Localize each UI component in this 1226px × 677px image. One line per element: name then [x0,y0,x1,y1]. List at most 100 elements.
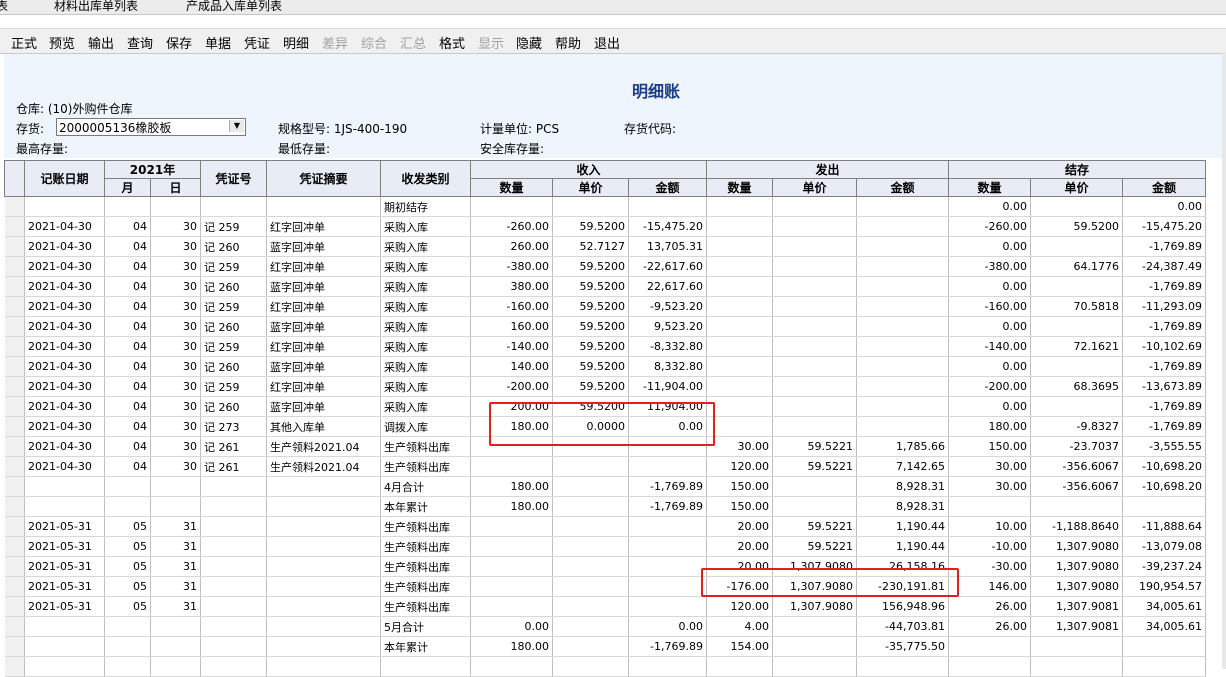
row-selector[interactable] [4,356,25,377]
toolbar-button-15[interactable]: 退出 [594,33,620,52]
table-cell: 其他入库单 [266,416,381,437]
table-cell [628,656,707,677]
table-row[interactable]: 4月合计 180.00 -1,769.89 150.00 8,928.31 30.00 -3… [4,476,1206,497]
toolbar-button-12[interactable]: 显示 [478,33,504,52]
toolbar-button-2[interactable]: 输出 [88,33,114,52]
row-selector[interactable] [4,496,25,517]
table-cell: 04 [104,416,151,437]
table-row[interactable]: 2021-04-30 04 30 记 260 蓝字回冲单 采购入库 160.00 59.520… [4,316,1206,337]
table-row[interactable]: 2021-05-31 05 31 生产领料出库 -176.00 1,307.9080 -23… [4,576,1206,597]
table-cell: 采购入库 [380,376,471,397]
toolbar-button-0[interactable]: 正式 [11,33,37,52]
row-selector[interactable] [4,216,25,237]
table-cell: -160.00 [948,296,1031,317]
table-cell: 采购入库 [380,236,471,257]
row-selector[interactable] [4,536,25,557]
toolbar-button-14[interactable]: 帮助 [555,33,581,52]
table-cell [856,216,949,237]
toolbar-button-6[interactable]: 凭证 [244,33,270,52]
row-selector[interactable] [4,556,25,577]
table-cell: -1,188.8640 [1030,516,1123,537]
tab-finished-goods-inbound-list[interactable]: 产成品入库单列表 [186,0,282,14]
row-selector[interactable] [4,276,25,297]
table-row[interactable]: 2021-04-30 04 30 记 260 蓝字回冲单 采购入库 140.00 59.520… [4,356,1206,377]
table-cell: 31 [150,536,201,557]
table-cell: -356.6067 [1030,456,1123,477]
table-cell [628,596,707,617]
toolbar-button-4[interactable]: 保存 [166,33,192,52]
table-row[interactable]: 2021-04-30 04 30 记 261 生产领料2021.04 生产领料出库 120.… [4,456,1206,477]
table-row[interactable]: 2021-04-30 04 30 记 259 红字回冲单 采购入库 -380.00 59.52… [4,256,1206,277]
table-cell [772,276,857,297]
toolbar-button-3[interactable]: 查询 [127,33,153,52]
table-cell [266,556,381,577]
row-selector[interactable] [4,476,25,497]
table-cell: 30 [150,356,201,377]
tab-partial[interactable]: 表 [0,0,8,14]
tab-material-outbound-list[interactable]: 材料出库单列表 [54,0,138,14]
row-selector[interactable] [4,636,25,657]
table-cell: 64.1776 [1030,256,1123,277]
row-selector[interactable] [4,456,25,477]
row-selector[interactable] [4,416,25,437]
table-row[interactable]: 2021-05-31 05 31 生产领料出库 20.00 1,307.9080 26,15… [4,556,1206,577]
row-selector[interactable] [4,576,25,597]
chevron-down-icon[interactable]: ▼ [229,120,244,132]
table-row[interactable]: 2021-04-30 04 30 记 259 红字回冲单 采购入库 -260.00 59.52… [4,216,1206,237]
row-selector[interactable] [4,316,25,337]
table-cell: 30 [150,216,201,237]
vertical-scrollbar[interactable] [1222,52,1226,669]
table-row[interactable]: 2021-04-30 04 30 记 259 红字回冲单 采购入库 -160.00 59.52… [4,296,1206,317]
table-row[interactable]: 期初结存 0.00 0.00 [4,196,1206,217]
table-cell: 70.5818 [1030,296,1123,317]
row-selector[interactable] [4,236,25,257]
table-row[interactable]: 2021-05-31 05 31 生产领料出库 20.00 59.5221 1,190.44… [4,516,1206,537]
table-row[interactable]: 2021-04-30 04 30 记 259 红字回冲单 采购入库 -140.00 59.52… [4,336,1206,357]
table-row[interactable]: 本年累计 180.00 -1,769.89 154.00 -35,775.50 [4,636,1206,657]
row-selector[interactable] [4,376,25,397]
table-row[interactable]: 2021-05-31 05 31 生产领料出库 20.00 59.5221 1,190.44… [4,536,1206,557]
toolbar-button-9[interactable]: 综合 [361,33,387,52]
table-row[interactable]: 2021-05-31 05 31 生产领料出库 120.00 1,307.9080 156,… [4,596,1206,617]
table-row[interactable]: 2021-04-30 04 30 记 260 蓝字回冲单 采购入库 380.00 59.520… [4,276,1206,297]
table-cell: 调拨入库 [380,416,471,437]
row-selector[interactable] [4,196,25,217]
table-cell: -1,769.89 [1122,236,1206,257]
table-cell [266,536,381,557]
table-row[interactable]: 2021-04-30 04 30 记 259 红字回冲单 采购入库 -200.00 59.52… [4,376,1206,397]
table-cell: 59.5200 [552,336,629,357]
toolbar-button-7[interactable]: 明细 [283,33,309,52]
row-selector[interactable] [4,296,25,317]
row-selector[interactable] [4,396,25,417]
table-cell: 2021-04-30 [24,276,105,297]
table-cell [772,636,857,657]
table-cell: 31 [150,516,201,537]
row-selector[interactable] [4,616,25,637]
table-cell [1030,276,1123,297]
table-row[interactable]: 本年累计 180.00 -1,769.89 150.00 8,928.31 [4,496,1206,517]
table-cell: 2021-05-31 [24,596,105,617]
row-selector[interactable] [4,596,25,617]
row-selector[interactable] [4,256,25,277]
row-selector[interactable] [4,336,25,357]
toolbar-button-5[interactable]: 单据 [205,33,231,52]
toolbar-button-1[interactable]: 预览 [49,33,75,52]
toolbar-button-8[interactable]: 差异 [322,33,348,52]
row-selector[interactable] [4,436,25,457]
toolbar-button-11[interactable]: 格式 [439,33,465,52]
table-cell [24,636,105,657]
table-cell: 生产领料出库 [380,536,471,557]
table-cell: 记 259 [200,216,267,237]
table-row[interactable]: 2021-04-30 04 30 记 260 蓝字回冲单 采购入库 260.00 52.712… [4,236,1206,257]
inventory-select[interactable]: 2000005136橡胶板 ▼ [56,118,246,136]
table-row[interactable]: 5月合计 0.00 0.00 4.00 -44,703.81 26.00 1,307.908… [4,616,1206,637]
table-cell [856,656,949,677]
toolbar-button-10[interactable]: 汇总 [400,33,426,52]
highlight-box-negative-issue [701,568,959,597]
row-selector[interactable] [4,516,25,537]
table-cell: 采购入库 [380,256,471,277]
toolbar-button-13[interactable]: 隐藏 [516,33,542,52]
table-cell: -260.00 [470,216,553,237]
table-cell: 蓝字回冲单 [266,276,381,297]
col-bal-qty-header: 数量 [948,178,1031,197]
